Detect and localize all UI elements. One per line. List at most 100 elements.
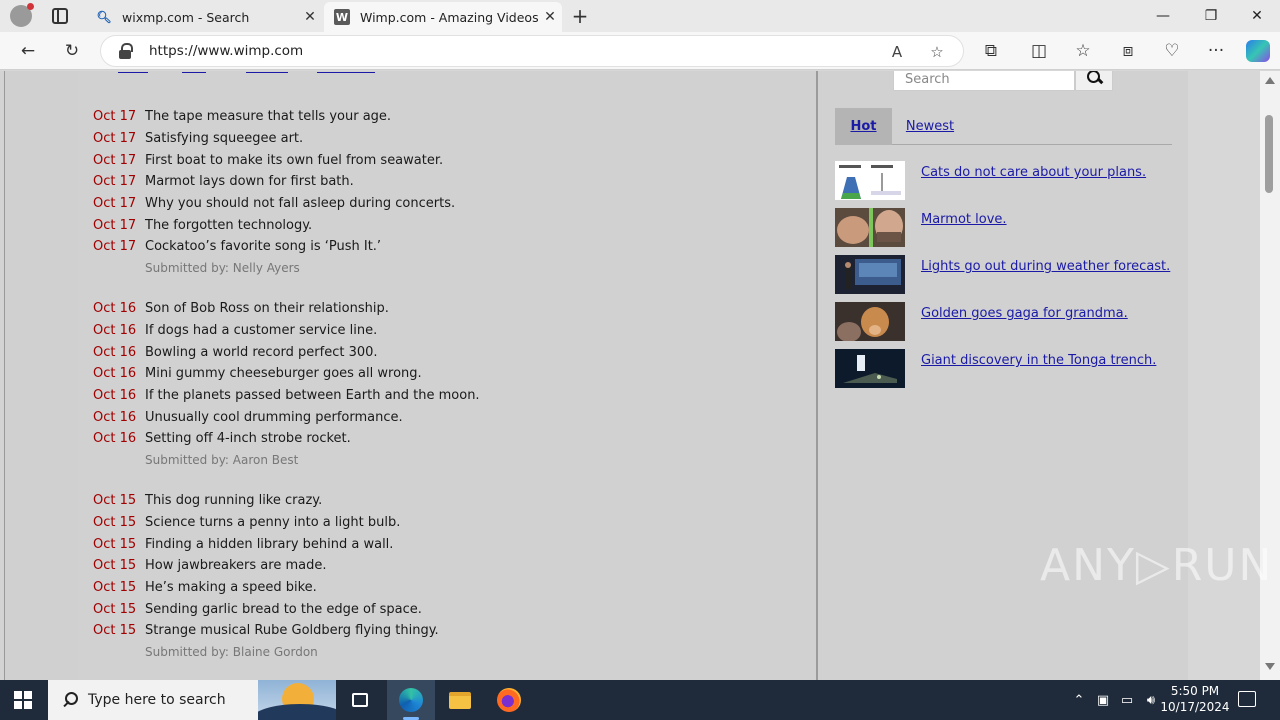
- task-view-button[interactable]: [336, 680, 384, 720]
- firefox-button[interactable]: [485, 680, 533, 720]
- item-headline[interactable]: First boat to make its own fuel from sea…: [145, 153, 443, 168]
- hot-item[interactable]: Giant discovery in the Tonga trench.: [835, 349, 1175, 389]
- profile-avatar-icon[interactable]: [10, 3, 34, 27]
- studio-thumb-icon[interactable]: [835, 255, 905, 294]
- scroll-down-icon[interactable]: [1265, 663, 1275, 670]
- taskbar-search-placeholder[interactable]: Type here to search: [88, 692, 226, 708]
- back-button[interactable]: ←: [13, 36, 43, 66]
- tab-close-icon[interactable]: ✕: [298, 9, 322, 25]
- item-headline[interactable]: Marmot lays down for first bath.: [145, 174, 354, 189]
- favorites-icon[interactable]: ☆: [1068, 36, 1098, 66]
- item-headline[interactable]: How jawbreakers are made.: [145, 558, 326, 573]
- item-headline[interactable]: Strange musical Rube Goldberg flying thi…: [145, 623, 439, 638]
- windows-start-icon[interactable]: [14, 691, 32, 709]
- refresh-button[interactable]: ↻: [57, 36, 87, 66]
- item-headline[interactable]: Satisfying squeegee art.: [145, 131, 303, 146]
- address-url[interactable]: https://www.wimp.com: [149, 43, 303, 59]
- partial-link[interactable]: [182, 71, 206, 73]
- copilot-icon[interactable]: [1246, 40, 1270, 62]
- feed-item[interactable]: Oct 17 Satisfying squeegee art.: [93, 128, 455, 150]
- hot-item[interactable]: Cats do not care about your plans.: [835, 161, 1175, 201]
- performance-icon[interactable]: ♡: [1157, 36, 1187, 66]
- hot-item-link[interactable]: Giant discovery in the Tonga trench.: [921, 353, 1156, 368]
- dog-thumb-icon[interactable]: [835, 302, 905, 341]
- chart-thumb-icon[interactable]: [835, 161, 905, 200]
- item-headline[interactable]: If dogs had a customer service line.: [145, 323, 377, 338]
- network-icon[interactable]: ▭: [1116, 680, 1138, 720]
- search-button[interactable]: [1075, 71, 1113, 91]
- item-headline[interactable]: This dog running like crazy.: [145, 493, 322, 508]
- search-highlight-icon[interactable]: [258, 680, 336, 720]
- feed-item[interactable]: Oct 17 Marmot lays down for first bath.: [93, 171, 455, 193]
- extensions-icon[interactable]: ⧉: [976, 36, 1006, 66]
- edge-taskbar-button[interactable]: [387, 680, 435, 720]
- partial-link[interactable]: [118, 71, 148, 73]
- feed-item[interactable]: Oct 15 Strange musical Rube Goldberg flyi…: [93, 620, 439, 642]
- notifications-icon[interactable]: [1238, 691, 1256, 707]
- item-headline[interactable]: Finding a hidden library behind a wall.: [145, 537, 393, 552]
- tab-search[interactable]: 🔍︎ wixmp.com - Search ✕: [86, 2, 322, 32]
- feed-item[interactable]: Oct 16 Setting off 4-inch strobe rocket.: [93, 428, 480, 450]
- collections-icon[interactable]: ⧈: [1113, 36, 1143, 66]
- feed-item[interactable]: Oct 15 Science turns a penny into a light…: [93, 512, 439, 534]
- item-headline[interactable]: Bowling a world record perfect 300.: [145, 345, 378, 360]
- restore-button[interactable]: ❐: [1188, 0, 1234, 32]
- item-headline[interactable]: Cockatoo’s favorite song is ‘Push It.’: [145, 239, 381, 254]
- item-headline[interactable]: Mini gummy cheeseburger goes all wrong.: [145, 366, 422, 381]
- item-headline[interactable]: Why you should not fall asleep during co…: [145, 196, 455, 211]
- hot-item-link[interactable]: Marmot love.: [921, 212, 1007, 227]
- feed-item[interactable]: Oct 16 If the planets passed between Eart…: [93, 385, 480, 407]
- item-headline[interactable]: Sending garlic bread to the edge of spac…: [145, 602, 422, 617]
- more-menu-icon[interactable]: ···: [1201, 36, 1231, 66]
- hot-item[interactable]: Marmot love.: [835, 208, 1175, 248]
- item-headline[interactable]: Unusually cool drumming performance.: [145, 410, 403, 425]
- hot-item[interactable]: Lights go out during weather forecast.: [835, 255, 1175, 295]
- tab-wimp[interactable]: W Wimp.com - Amazing Videos, Fu ✕: [324, 2, 562, 32]
- item-headline[interactable]: The tape measure that tells your age.: [145, 109, 391, 124]
- tab-close-icon[interactable]: ✕: [538, 9, 562, 25]
- tab-hot[interactable]: Hot: [835, 108, 892, 145]
- hot-item-link[interactable]: Golden goes gaga for grandma.: [921, 306, 1128, 321]
- address-bar[interactable]: https://www.wimp.com A ☆: [100, 35, 964, 67]
- feed-item[interactable]: Oct 16 Bowling a world record perfect 300…: [93, 341, 480, 363]
- hot-item-link[interactable]: Cats do not care about your plans.: [921, 165, 1146, 180]
- partial-link[interactable]: [317, 71, 375, 73]
- feed-item[interactable]: Oct 15 He’s making a speed bike.: [93, 577, 439, 599]
- volume-icon[interactable]: 🔊︎: [1140, 680, 1162, 720]
- hot-item-link[interactable]: Lights go out during weather forecast.: [921, 259, 1170, 274]
- read-aloud-icon[interactable]: A: [885, 40, 909, 64]
- split-screen-icon[interactable]: ◫: [1024, 36, 1054, 66]
- feed-item[interactable]: Oct 15 This dog running like crazy.: [93, 490, 439, 512]
- new-tab-button[interactable]: +: [570, 5, 590, 27]
- item-headline[interactable]: Science turns a penny into a light bulb.: [145, 515, 400, 530]
- feed-item[interactable]: Oct 16 Unusually cool drumming performanc…: [93, 406, 480, 428]
- tray-device-icon[interactable]: ▣: [1092, 680, 1114, 720]
- tab-actions-icon[interactable]: [52, 8, 68, 24]
- faces-thumb-icon[interactable]: [835, 208, 905, 247]
- feed-item[interactable]: Oct 16 If dogs had a customer service lin…: [93, 320, 480, 342]
- feed-item[interactable]: Oct 17 The forgotten technology.: [93, 214, 455, 236]
- feed-item[interactable]: Oct 17 Why you should not fall asleep dur…: [93, 193, 455, 215]
- search-input[interactable]: Search: [893, 71, 1075, 91]
- feed-item[interactable]: Oct 15 Finding a hidden library behind a …: [93, 533, 439, 555]
- taskbar-search[interactable]: Type here to search: [48, 680, 336, 720]
- feed-item[interactable]: Oct 17 Cockatoo’s favorite song is ‘Push …: [93, 236, 455, 258]
- feed-item[interactable]: Oct 17 The tape measure that tells your a…: [93, 106, 455, 128]
- feed-item[interactable]: Oct 16 Son of Bob Ross on their relations…: [93, 298, 480, 320]
- feed-item[interactable]: Oct 15 How jawbreakers are made.: [93, 555, 439, 577]
- feed-item[interactable]: Oct 15 Sending garlic bread to the edge o…: [93, 598, 439, 620]
- item-headline[interactable]: Son of Bob Ross on their relationship.: [145, 301, 389, 316]
- scroll-thumb[interactable]: [1265, 115, 1273, 193]
- minimize-button[interactable]: —: [1140, 0, 1186, 32]
- feed-item[interactable]: Oct 17 First boat to make its own fuel fr…: [93, 149, 455, 171]
- window-close-button[interactable]: ✕: [1234, 0, 1280, 32]
- tray-chevron-icon[interactable]: ⌃: [1068, 680, 1090, 720]
- scroll-up-icon[interactable]: [1265, 77, 1275, 84]
- tab-newest[interactable]: Newest: [900, 108, 960, 145]
- hot-item[interactable]: Golden goes gaga for grandma.: [835, 302, 1175, 342]
- deepsea-thumb-icon[interactable]: [835, 349, 905, 388]
- item-headline[interactable]: If the planets passed between Earth and …: [145, 388, 480, 403]
- feed-item[interactable]: Oct 16 Mini gummy cheeseburger goes all w…: [93, 363, 480, 385]
- item-headline[interactable]: Setting off 4-inch strobe rocket.: [145, 431, 351, 446]
- taskbar-clock[interactable]: 5:50 PM 10/17/2024: [1160, 683, 1230, 715]
